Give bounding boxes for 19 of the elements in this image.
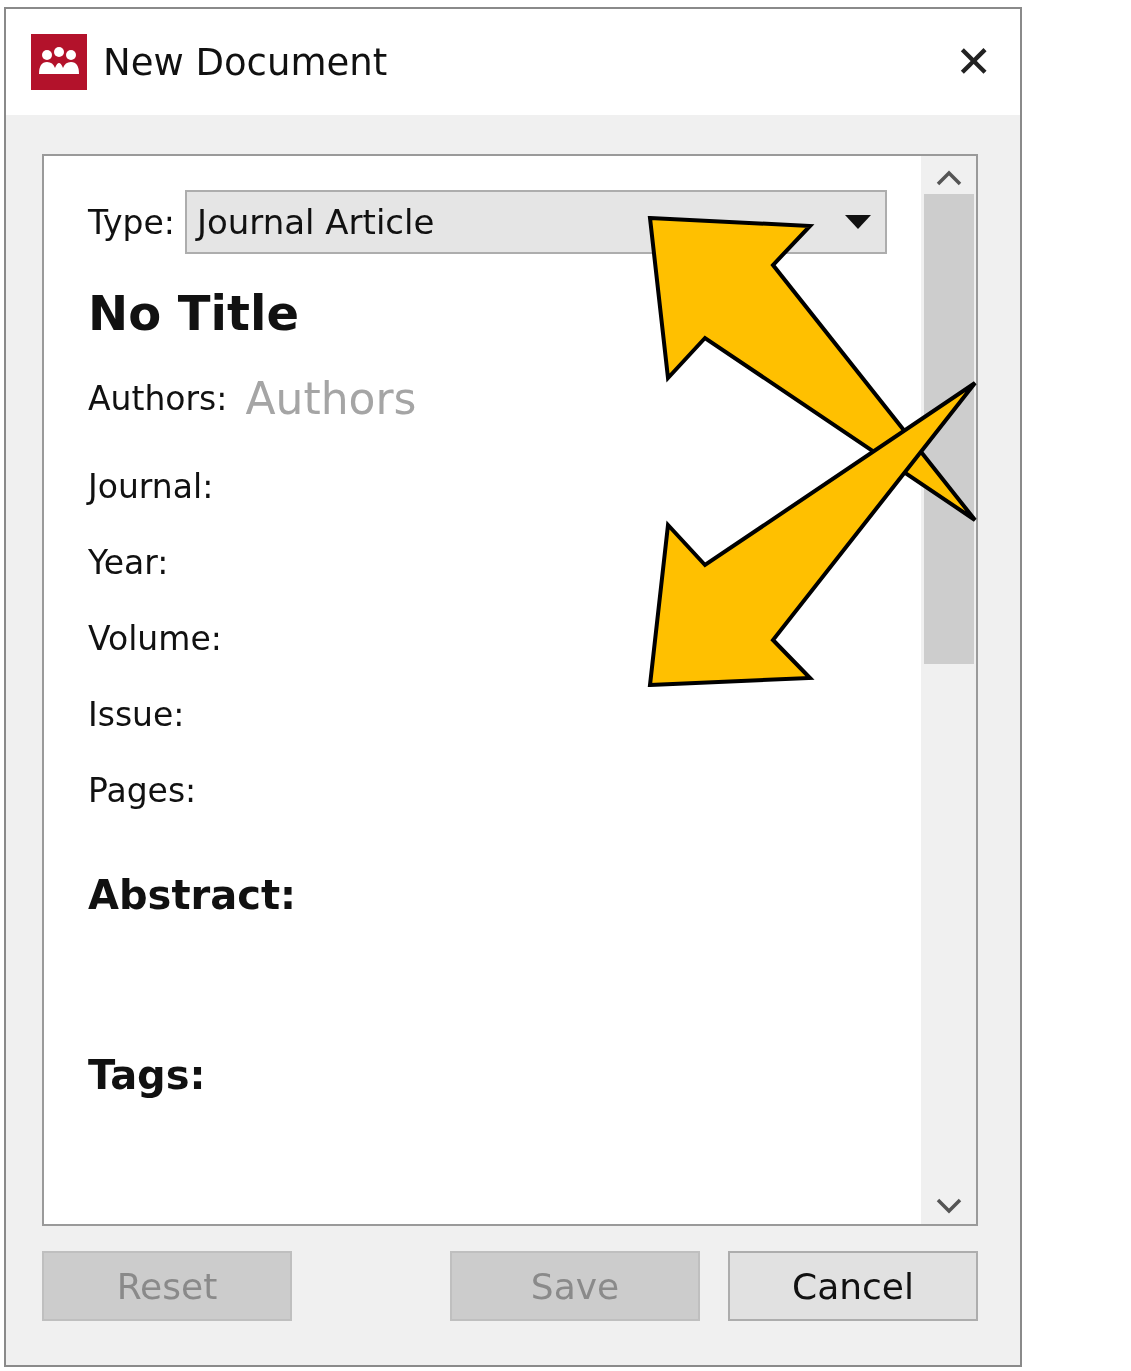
field-label: Type: [88,202,175,242]
section-heading: Tags: [88,1051,207,1100]
field-label: Issue: [88,694,185,734]
close-button[interactable]: ✕ [955,40,992,84]
document-title: No Title [88,284,300,343]
scroll-down-icon[interactable] [935,1198,962,1214]
app-logo-icon [31,34,87,90]
field-label: Authors: [88,378,228,418]
field-label: Pages: [88,770,197,810]
dropdown-caret-icon [845,215,871,229]
window-title: New Document [103,40,389,84]
field-label: Year: [88,542,169,582]
scroll-up-icon[interactable] [935,170,962,186]
section-heading: Abstract: [88,871,298,920]
field-label: Journal: [88,466,214,506]
dialog-button[interactable]: Cancel [728,1251,978,1321]
field-label: Volume: [88,618,222,658]
scrollbar[interactable] [921,156,976,1224]
scroll-thumb[interactable] [923,194,974,664]
